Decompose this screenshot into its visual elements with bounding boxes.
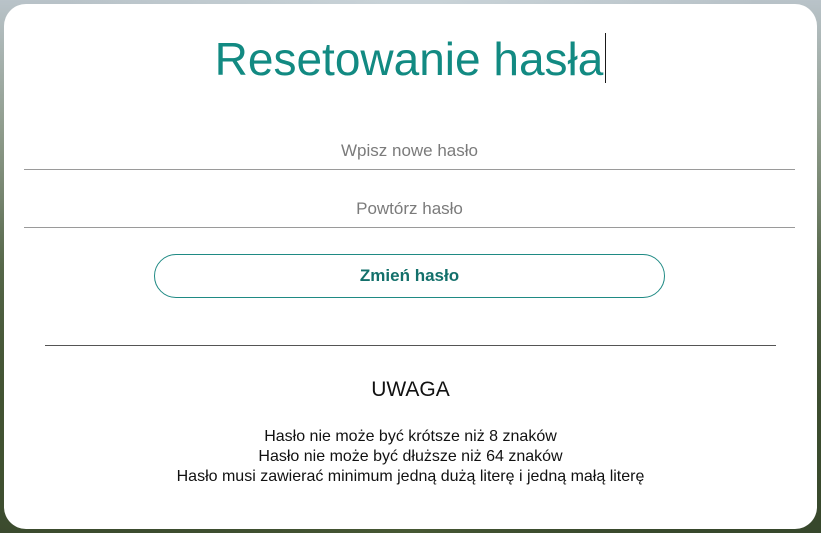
page-title-text: Resetowanie hasła [214, 33, 604, 85]
reset-password-card: Resetowanie hasła Zmień hasło UWAGA Hasł… [4, 4, 817, 529]
password-rule: Hasło musi zawierać minimum jedną dużą l… [176, 468, 645, 485]
section-divider [45, 345, 776, 346]
text-cursor [605, 33, 607, 83]
change-password-button[interactable]: Zmień hasło [154, 254, 665, 298]
password-rules-list: Hasło nie może być krótsze niż 8 znaków … [4, 427, 817, 487]
page-title: Resetowanie hasła [4, 32, 817, 87]
new-password-input[interactable] [24, 132, 795, 170]
password-rule: Hasło nie może być dłuższe niż 64 znaków [258, 448, 563, 465]
repeat-password-input[interactable] [24, 190, 795, 228]
notice-heading: UWAGA [371, 378, 450, 401]
password-rule: Hasło nie może być krótsze niż 8 znaków [264, 428, 557, 445]
